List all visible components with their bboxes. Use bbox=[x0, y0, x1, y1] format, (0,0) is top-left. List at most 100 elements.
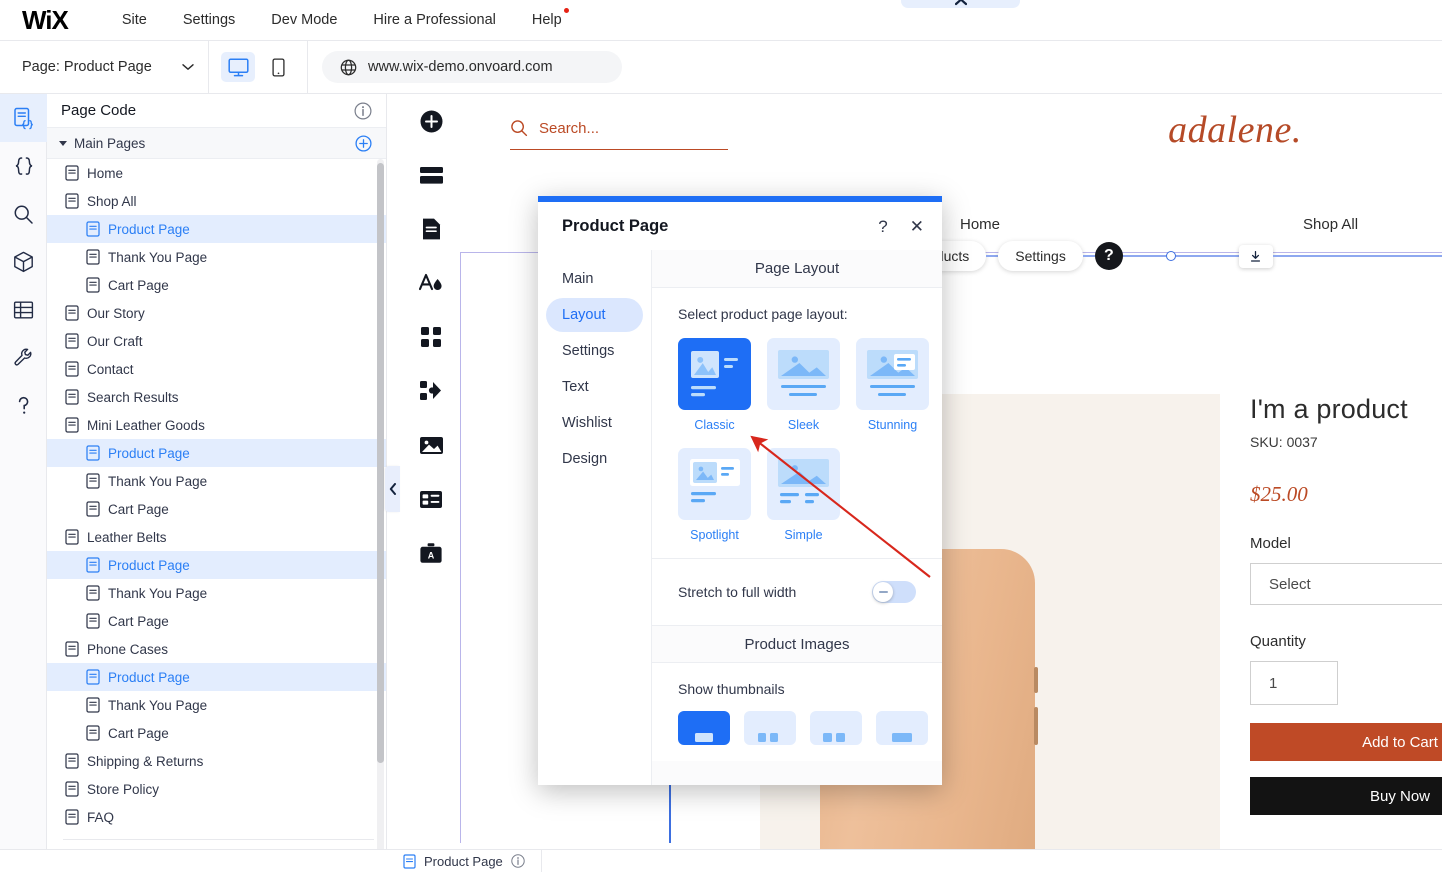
page-tree-item[interactable]: Thank You Page bbox=[47, 691, 386, 719]
layout-card-simple[interactable]: Simple bbox=[767, 448, 840, 542]
page-tree-item[interactable]: Product Page bbox=[47, 551, 386, 579]
tool-add-section[interactable] bbox=[402, 148, 460, 202]
page-tree-item[interactable]: Shop All bbox=[47, 187, 386, 215]
page-tree-item[interactable]: Cart Page bbox=[47, 271, 386, 299]
buy-now-button[interactable]: Buy Now bbox=[1250, 777, 1442, 815]
layout-thumb-simple[interactable] bbox=[767, 448, 840, 520]
page-tree-item[interactable]: Phone Cases bbox=[47, 635, 386, 663]
page-tree-item[interactable]: Contact bbox=[47, 355, 386, 383]
rail-button-help[interactable] bbox=[0, 382, 47, 430]
site-nav-home[interactable]: Home bbox=[960, 216, 1000, 233]
page-tree-item[interactable]: Product Page bbox=[47, 663, 386, 691]
menu-item-hire-professional[interactable]: Hire a Professional bbox=[355, 12, 514, 28]
layout-card-spotlight[interactable]: Spotlight bbox=[678, 448, 751, 542]
panel-collapse-handle[interactable] bbox=[385, 466, 400, 512]
rail-button-code-braces[interactable] bbox=[0, 142, 47, 190]
product-quantity-input[interactable]: 1 bbox=[1250, 661, 1338, 705]
tool-cms-content[interactable] bbox=[402, 472, 460, 526]
tool-media[interactable] bbox=[402, 418, 460, 472]
tool-theme-design[interactable] bbox=[402, 256, 460, 310]
layout-thumb-stunning[interactable] bbox=[856, 338, 929, 410]
modal-nav-settings[interactable]: Settings bbox=[546, 334, 643, 368]
page-tree-item[interactable]: Thank You Page bbox=[47, 579, 386, 607]
layout-thumb-classic[interactable] bbox=[678, 338, 751, 410]
wix-logo[interactable]: WiX bbox=[22, 5, 69, 36]
site-nav-shop-all[interactable]: Shop All bbox=[1303, 216, 1358, 233]
product-model-select[interactable]: Select bbox=[1250, 563, 1442, 605]
page-tree-item[interactable]: Cart Page bbox=[47, 719, 386, 747]
info-icon bbox=[354, 101, 372, 120]
modal-nav-text[interactable]: Text bbox=[546, 370, 643, 404]
page-tree-item[interactable]: Shipping & Returns bbox=[47, 747, 386, 775]
page-tree-item[interactable]: Store Policy bbox=[47, 775, 386, 803]
toolbar-settings-button[interactable]: Settings bbox=[998, 241, 1083, 271]
page-tree-item[interactable]: FAQ bbox=[47, 803, 386, 831]
page-tree-item[interactable]: Thank You Page bbox=[47, 243, 386, 271]
thumbnail-option-1[interactable] bbox=[678, 711, 730, 745]
page-tree-item[interactable]: Product Page bbox=[47, 215, 386, 243]
modal-help-button[interactable]: ? bbox=[878, 218, 887, 235]
layout-thumb-spotlight[interactable] bbox=[678, 448, 751, 520]
menu-item-settings[interactable]: Settings bbox=[165, 12, 253, 28]
thumbnail-options-row[interactable] bbox=[678, 711, 928, 745]
page-tree-item[interactable]: Home bbox=[47, 159, 386, 187]
page-tree-scrollbar-thumb[interactable] bbox=[377, 163, 384, 763]
site-url-bar[interactable]: www.wix-demo.onvoard.com bbox=[322, 51, 622, 83]
rail-button-page-code[interactable] bbox=[0, 94, 47, 142]
tool-integrations[interactable] bbox=[402, 364, 460, 418]
modal-sidebar-nav[interactable]: Main Layout Settings Text Wishlist Design bbox=[538, 250, 651, 785]
page-tree-item[interactable]: Cart Page bbox=[47, 495, 386, 523]
tool-pages-menu[interactable] bbox=[402, 202, 460, 256]
menu-item-help[interactable]: Help bbox=[514, 8, 580, 28]
thumbnail-option-2[interactable] bbox=[744, 711, 796, 745]
toolbar-help-button[interactable]: ? bbox=[1094, 242, 1123, 270]
rail-button-database-table[interactable] bbox=[0, 286, 47, 334]
top-menu-bar: WiX Site Settings Dev Mode Hire a Profes… bbox=[0, 0, 1442, 41]
page-tree[interactable]: Home Shop All Product Page Thank You Page Ca… bbox=[47, 159, 386, 872]
tool-business-tools[interactable]: A bbox=[402, 526, 460, 580]
page-tree-item[interactable]: Mini Leather Goods bbox=[47, 411, 386, 439]
page-tree-item[interactable]: Thank You Page bbox=[47, 467, 386, 495]
thumbnail-option-4[interactable] bbox=[876, 711, 928, 745]
modal-nav-main[interactable]: Main bbox=[546, 262, 643, 296]
layout-thumb-sleek[interactable] bbox=[767, 338, 840, 410]
stretch-full-width-toggle[interactable] bbox=[872, 581, 916, 603]
page-tree-item[interactable]: Product Page bbox=[47, 439, 386, 467]
add-to-cart-label: Add to Cart bbox=[1362, 733, 1438, 751]
page-tree-item[interactable]: Cart Page bbox=[47, 607, 386, 635]
page-tree-item[interactable]: Leather Belts bbox=[47, 523, 386, 551]
add-to-cart-button[interactable]: Add to Cart bbox=[1250, 723, 1442, 761]
page-tree-item-label: Store Policy bbox=[87, 781, 160, 797]
top-menu-items: Site Settings Dev Mode Hire a Profession… bbox=[104, 8, 580, 28]
page-tree-item[interactable]: Our Story bbox=[47, 299, 386, 327]
menu-item-dev-mode[interactable]: Dev Mode bbox=[253, 12, 355, 28]
modal-nav-layout[interactable]: Layout bbox=[546, 298, 643, 332]
modal-close-button[interactable]: ✕ bbox=[910, 218, 924, 235]
layout-card-sleek[interactable]: Sleek bbox=[767, 338, 840, 432]
toolbar-anchor-dot[interactable] bbox=[1165, 251, 1176, 261]
main-pages-toggle[interactable]: Main Pages bbox=[59, 136, 145, 151]
collapsed-panel-tab[interactable] bbox=[901, 0, 1020, 8]
desktop-view-button[interactable] bbox=[221, 52, 255, 82]
modal-nav-wishlist[interactable]: Wishlist bbox=[546, 406, 643, 440]
modal-nav-design[interactable]: Design bbox=[546, 442, 643, 476]
menu-item-site[interactable]: Site bbox=[104, 12, 165, 28]
layout-card-stunning[interactable]: Stunning bbox=[856, 338, 929, 432]
page-tree-item[interactable]: Our Craft bbox=[47, 327, 386, 355]
layout-card-classic[interactable]: Classic bbox=[678, 338, 751, 432]
rail-button-package[interactable] bbox=[0, 238, 47, 286]
tool-add-elements[interactable] bbox=[402, 94, 460, 148]
rail-button-tools[interactable] bbox=[0, 334, 47, 382]
page-tree-item[interactable]: Search Results bbox=[47, 383, 386, 411]
page-tree-item-label: Thank You Page bbox=[108, 697, 208, 713]
thumbnail-option-3[interactable] bbox=[810, 711, 862, 745]
site-search-field[interactable]: Search... bbox=[510, 119, 728, 150]
toolbar-download-button[interactable] bbox=[1238, 244, 1273, 268]
page-selector-dropdown[interactable]: Page: Product Page bbox=[0, 59, 208, 75]
layout-options-grid[interactable]: Classic Sleek Stunning Spotlight Simple bbox=[678, 338, 931, 542]
mobile-view-button[interactable] bbox=[261, 52, 295, 82]
tool-apps[interactable] bbox=[402, 310, 460, 364]
rail-button-search[interactable] bbox=[0, 190, 47, 238]
bottom-tab-product-page[interactable]: Product Page bbox=[387, 849, 542, 872]
main-pages-section-header[interactable]: Main Pages bbox=[47, 128, 386, 159]
